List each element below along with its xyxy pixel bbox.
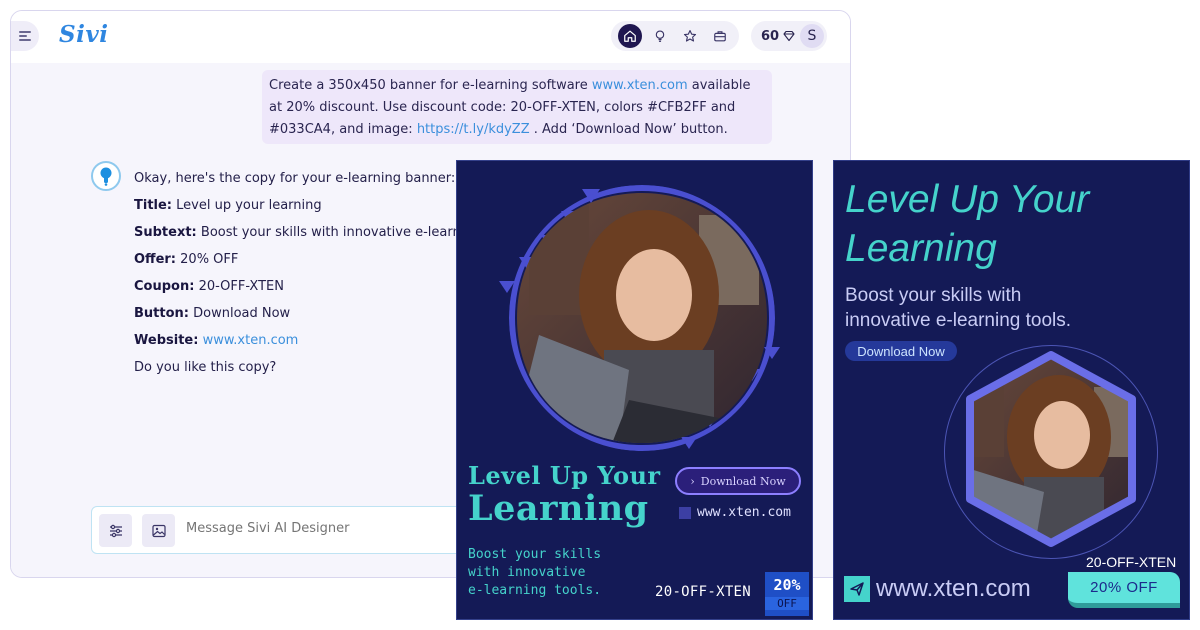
offer-badge: 20% OFF: [1068, 572, 1180, 608]
banner-website: www.xten.com: [844, 575, 1031, 603]
home-icon[interactable]: [618, 24, 642, 48]
briefcase-icon[interactable]: [708, 24, 732, 48]
globe-icon: [679, 506, 691, 519]
copy-field-coupon: Coupon: 20-OFF-XTEN: [134, 279, 284, 294]
girl-laptop-photo: [509, 185, 775, 451]
user-message-text: Create a 350x450 banner for e-learning s…: [269, 78, 592, 93]
banner-subtext: Boost your skills with innovative e-lear…: [845, 285, 1072, 331]
main-nav: [611, 21, 739, 51]
bot-avatar-icon: [91, 161, 121, 191]
image-upload-button[interactable]: [142, 514, 175, 547]
offer-badge: 20% OFF: [765, 572, 809, 616]
copy-field-title: Title: Level up your learning: [134, 198, 322, 213]
credits-pill[interactable]: 60 S: [751, 21, 827, 51]
copy-field-website: Website: www.xten.com: [134, 333, 299, 348]
bot-message: Okay, here's the copy for your e-learnin…: [134, 169, 481, 385]
copy-field-offer: Offer: 20% OFF: [134, 252, 239, 267]
chevron-right-icon: ›: [690, 474, 695, 488]
banner-subtext: Boost your skills with innovative e-lear…: [468, 547, 602, 598]
menu-button[interactable]: [11, 21, 39, 51]
banner-preview-1[interactable]: Level Up Your Learning Boost your skills…: [456, 160, 813, 620]
bot-intro: Okay, here's the copy for your e-learnin…: [134, 171, 456, 186]
top-bar: Sivi 60 S: [11, 11, 850, 63]
hamburger-icon: [19, 29, 31, 43]
banner-title: Level Up Your Learning: [845, 178, 1090, 270]
website-link[interactable]: www.xten.com: [203, 333, 299, 348]
copy-field-subtext: Subtext: Boost your skills with innovati…: [134, 225, 481, 240]
credits-count: 60: [761, 28, 780, 44]
bot-question: Do you like this copy?: [134, 360, 277, 375]
gem-icon: [783, 30, 795, 42]
image-icon: [151, 524, 166, 537]
link-xten[interactable]: www.xten.com: [592, 78, 688, 93]
user-message: Create a 350x450 banner for e-learning s…: [262, 70, 772, 144]
download-now-button[interactable]: Download Now: [845, 341, 957, 361]
settings-button[interactable]: [99, 514, 132, 547]
banner-website: www.xten.com: [679, 505, 791, 520]
sivi-logo: Sivi: [59, 21, 109, 48]
message-input[interactable]: [186, 521, 436, 536]
copy-field-button: Button: Download Now: [134, 306, 291, 321]
paper-plane-icon: [844, 576, 870, 602]
girl-laptop-photo: [966, 351, 1136, 547]
banner-title: Level Up Your Learning: [468, 461, 661, 529]
message-composer: [91, 506, 471, 554]
sliders-icon: [109, 524, 122, 537]
banner-coupon: 20-OFF-XTEN: [1086, 554, 1177, 570]
banner-coupon: 20-OFF-XTEN: [655, 584, 752, 600]
user-message-text: . Add ‘Download Now’ button.: [529, 122, 728, 137]
download-now-button[interactable]: › Download Now: [675, 467, 801, 495]
bulb-icon[interactable]: [648, 24, 672, 48]
avatar[interactable]: S: [800, 24, 824, 48]
link-image[interactable]: https://t.ly/kdyZZ: [417, 122, 530, 137]
star-icon[interactable]: [678, 24, 702, 48]
banner-preview-2[interactable]: Level Up Your Learning Boost your skills…: [833, 160, 1190, 620]
